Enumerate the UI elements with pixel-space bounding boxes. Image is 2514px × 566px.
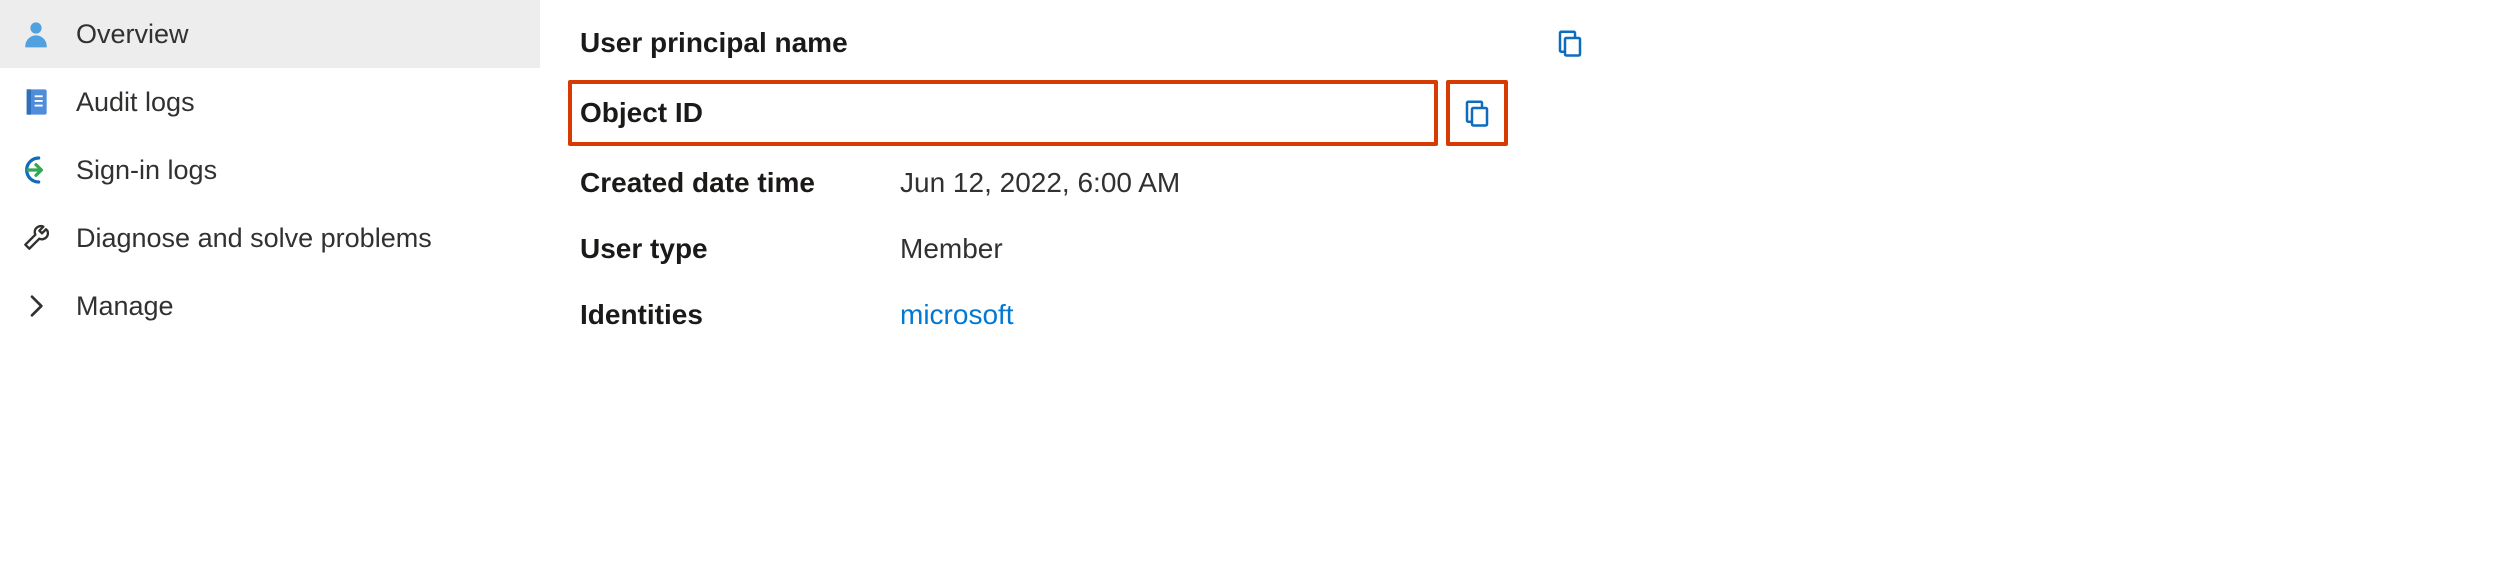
field-row-upn: User principal name	[580, 10, 2514, 76]
field-value-area: Jun 12, 2022, 6:00 AM	[900, 167, 1840, 199]
chevron-right-icon	[18, 288, 54, 324]
sidebar: Overview Audit logs Sign-in logs Diagnos…	[0, 0, 540, 566]
main-panel: User principal name Object ID Created da…	[540, 0, 2514, 566]
sidebar-item-manage[interactable]: Manage	[0, 272, 540, 340]
field-row-created: Created date time Jun 12, 2022, 6:00 AM	[580, 150, 2514, 216]
sidebar-item-label: Diagnose and solve problems	[76, 222, 432, 254]
logbook-icon	[18, 84, 54, 120]
field-row-object-id: Object ID	[568, 80, 1438, 146]
sign-in-icon	[18, 152, 54, 188]
sidebar-item-label: Overview	[76, 18, 189, 50]
field-value-area: microsoft	[900, 299, 1840, 331]
field-label: User principal name	[580, 27, 900, 59]
sidebar-item-label: Audit logs	[76, 86, 195, 118]
copy-icon	[1462, 98, 1492, 128]
identities-link[interactable]: microsoft	[900, 299, 1014, 331]
copy-object-id-highlight-box	[1446, 80, 1508, 146]
copy-object-id-button[interactable]	[1457, 93, 1497, 133]
field-row-identities: Identities microsoft	[580, 282, 2514, 348]
person-icon	[18, 16, 54, 52]
properties-list: User principal name Object ID Created da…	[580, 10, 2514, 348]
copy-upn-button[interactable]	[1550, 23, 1590, 63]
sidebar-item-diagnose[interactable]: Diagnose and solve problems	[0, 204, 540, 272]
field-value: Member	[900, 233, 1003, 265]
field-value-area	[900, 23, 1840, 63]
wrench-icon	[18, 220, 54, 256]
field-label: User type	[580, 233, 900, 265]
field-label: Identities	[580, 299, 900, 331]
sidebar-item-audit-logs[interactable]: Audit logs	[0, 68, 540, 136]
sidebar-item-overview[interactable]: Overview	[0, 0, 540, 68]
field-label: Created date time	[580, 167, 900, 199]
sidebar-item-sign-in-logs[interactable]: Sign-in logs	[0, 136, 540, 204]
copy-icon	[1555, 28, 1585, 58]
field-value: Jun 12, 2022, 6:00 AM	[900, 167, 1180, 199]
field-row-user-type: User type Member	[580, 216, 2514, 282]
field-label: Object ID	[580, 97, 892, 129]
field-value-area: Member	[900, 233, 1840, 265]
sidebar-item-label: Manage	[76, 290, 174, 322]
field-row-object-id-highlight: Object ID	[580, 80, 2514, 146]
sidebar-item-label: Sign-in logs	[76, 154, 217, 186]
